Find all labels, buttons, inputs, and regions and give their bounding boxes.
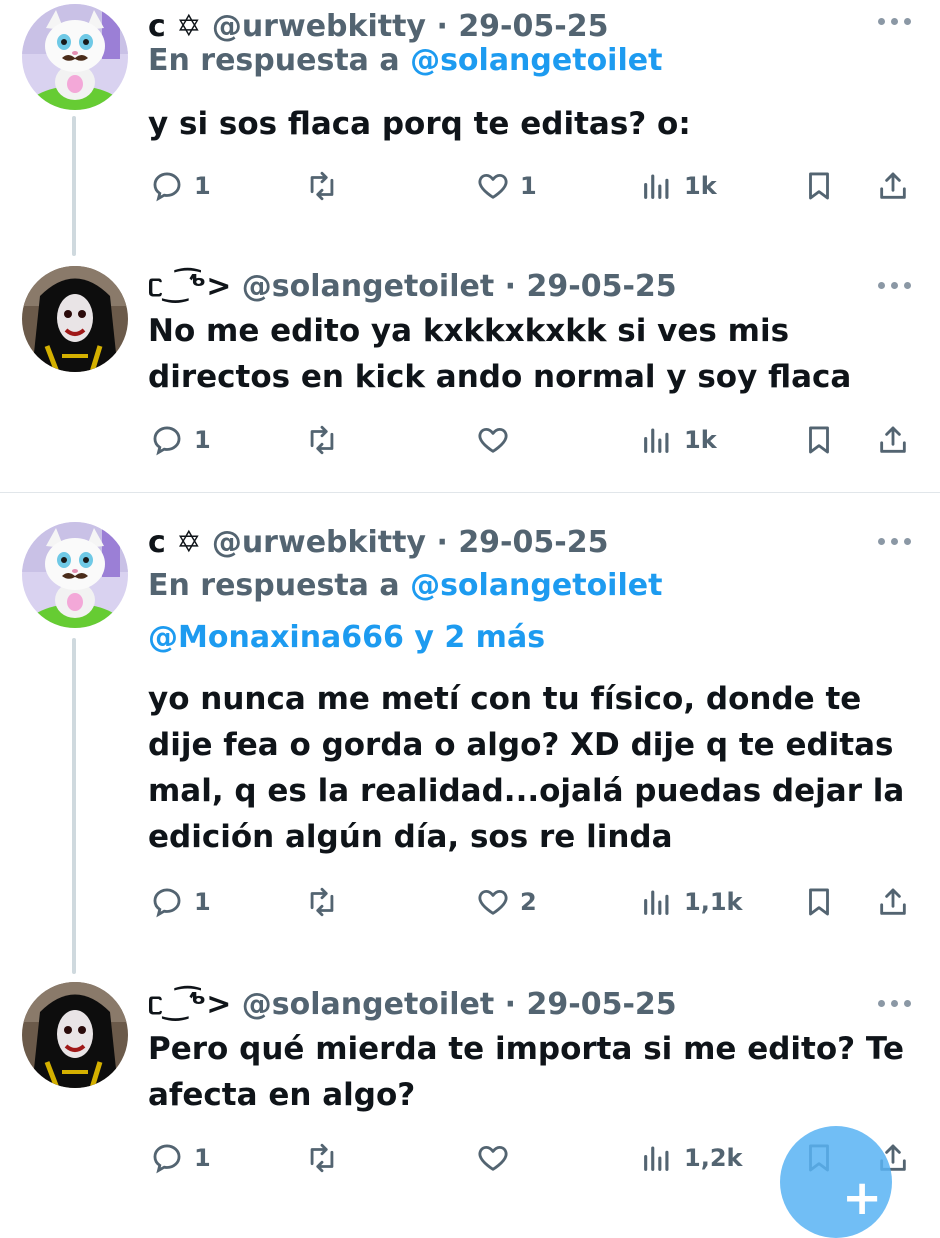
like-icon (478, 889, 508, 915)
share-icon (880, 426, 906, 453)
avatar-urwebkitty[interactable] (22, 4, 128, 110)
views-icon (644, 174, 669, 199)
like-count: 2 (520, 888, 537, 916)
handle[interactable]: @urwebkitty (212, 525, 426, 560)
tweet-text: Pero qué mierda te importa si me edito? … (148, 1031, 904, 1113)
action-bar: 1 1k (0, 420, 940, 460)
bookmark-icon (809, 172, 829, 200)
views-icon (644, 890, 669, 915)
retweet-button[interactable] (305, 1138, 349, 1178)
tweet-text: No me edito ya kxkkxkxkk si ves mis dire… (148, 313, 852, 395)
like-button[interactable] (476, 1138, 520, 1178)
avatar-solangetoilet[interactable] (22, 266, 128, 372)
share-button[interactable] (876, 882, 910, 922)
tweet-text: yo nunca me metí con tu físico, donde te… (148, 681, 905, 855)
like-button[interactable]: 1 (476, 166, 537, 206)
avatar-solangetoilet[interactable] (22, 982, 128, 1088)
reply-count: 1 (194, 888, 211, 916)
bookmark-button[interactable] (802, 420, 836, 460)
reply-count: 1 (194, 172, 211, 200)
handle[interactable]: @urwebkitty (212, 9, 426, 44)
like-button[interactable]: 2 (476, 882, 537, 922)
tweet-header: ᥴ‿͡ᕻ> @solangetoilet · 29-05-25 (148, 986, 677, 1024)
reply-button[interactable]: 1 (150, 882, 211, 922)
thread-line (72, 638, 76, 974)
reply-count: 1 (194, 426, 211, 454)
more-icon[interactable] (878, 12, 914, 32)
display-name[interactable]: c ✡ (148, 9, 201, 44)
tweet-text: y si sos flaca porq te editas? o: (148, 106, 691, 142)
reply-icon (153, 426, 181, 456)
reply-icon (153, 888, 181, 918)
views-button[interactable]: 1k (640, 166, 717, 206)
handle[interactable]: @solangetoilet (242, 987, 494, 1022)
tweet-date[interactable]: 29-05-25 (458, 525, 608, 560)
share-button[interactable] (876, 166, 910, 206)
separator: · (504, 269, 517, 304)
views-icon (644, 428, 669, 453)
retweet-icon (310, 1143, 334, 1173)
handle[interactable]: @solangetoilet (242, 269, 494, 304)
reply-context: En respuesta a @solangetoilet (148, 41, 662, 81)
more-icon[interactable] (878, 276, 914, 296)
reply-button[interactable]: 1 (150, 1138, 211, 1178)
compose-plus-icon: + (842, 1170, 883, 1226)
display-name[interactable]: ᥴ‿͡ᕻ> (148, 987, 231, 1022)
bookmark-icon (809, 888, 829, 916)
retweet-button[interactable] (305, 882, 349, 922)
action-bar: 1 2 1,1k (0, 882, 940, 922)
tweet-date[interactable]: 29-05-25 (527, 987, 677, 1022)
separator: · (436, 9, 448, 44)
share-button[interactable] (876, 420, 910, 460)
tweet-date[interactable]: 29-05-25 (527, 269, 677, 304)
tweet-date[interactable]: 29-05-25 (458, 9, 608, 44)
views-count: 1,1k (684, 888, 743, 916)
tweet-header: c ✡ @urwebkitty · 29-05-25 (148, 524, 608, 562)
reply-count: 1 (194, 1144, 211, 1172)
like-icon (478, 1145, 508, 1171)
thread-divider (0, 492, 940, 493)
bookmark-button[interactable] (802, 166, 836, 206)
retweet-icon (310, 171, 334, 201)
like-count: 1 (520, 172, 537, 200)
avatar-urwebkitty[interactable] (22, 522, 128, 628)
reply-prefix: En respuesta a (148, 568, 400, 603)
reply-user-link[interactable]: @solangetoilet (410, 568, 662, 603)
reply-button[interactable]: 1 (150, 166, 211, 206)
reply-prefix: En respuesta a (148, 43, 400, 78)
views-count: 1k (684, 172, 717, 200)
share-icon (880, 172, 906, 199)
like-button[interactable] (476, 420, 520, 460)
tweet-header: ᥴ‿͡ᕻ> @solangetoilet · 29-05-25 (148, 268, 677, 306)
reply-more-link[interactable]: @Monaxina666 y 2 más (148, 618, 545, 658)
separator: · (436, 525, 448, 560)
more-icon[interactable] (878, 994, 914, 1014)
reply-button[interactable]: 1 (150, 420, 211, 460)
more-icon[interactable] (878, 532, 914, 552)
separator: · (504, 987, 517, 1022)
views-icon (644, 1146, 669, 1171)
reply-icon (153, 1144, 181, 1174)
retweet-button[interactable] (305, 166, 349, 206)
views-count: 1k (684, 426, 717, 454)
retweet-button[interactable] (305, 420, 349, 460)
reply-user-link[interactable]: @solangetoilet (410, 43, 662, 78)
reply-context: En respuesta a @solangetoilet (148, 566, 662, 606)
display-name[interactable]: ᥴ‿͡ᕻ> (148, 269, 231, 304)
like-icon (478, 427, 508, 453)
retweet-icon (310, 887, 334, 917)
retweet-icon (310, 425, 334, 455)
share-icon (880, 888, 906, 915)
action-bar: 1 1 1k (0, 166, 940, 206)
display-name[interactable]: c ✡ (148, 525, 201, 560)
views-button[interactable]: 1,2k (640, 1138, 742, 1178)
like-icon (478, 173, 508, 199)
bookmark-button[interactable] (802, 882, 836, 922)
views-count: 1,2k (684, 1144, 743, 1172)
bookmark-icon (809, 426, 829, 454)
views-button[interactable]: 1k (640, 420, 717, 460)
views-button[interactable]: 1,1k (640, 882, 742, 922)
reply-icon (153, 172, 181, 202)
